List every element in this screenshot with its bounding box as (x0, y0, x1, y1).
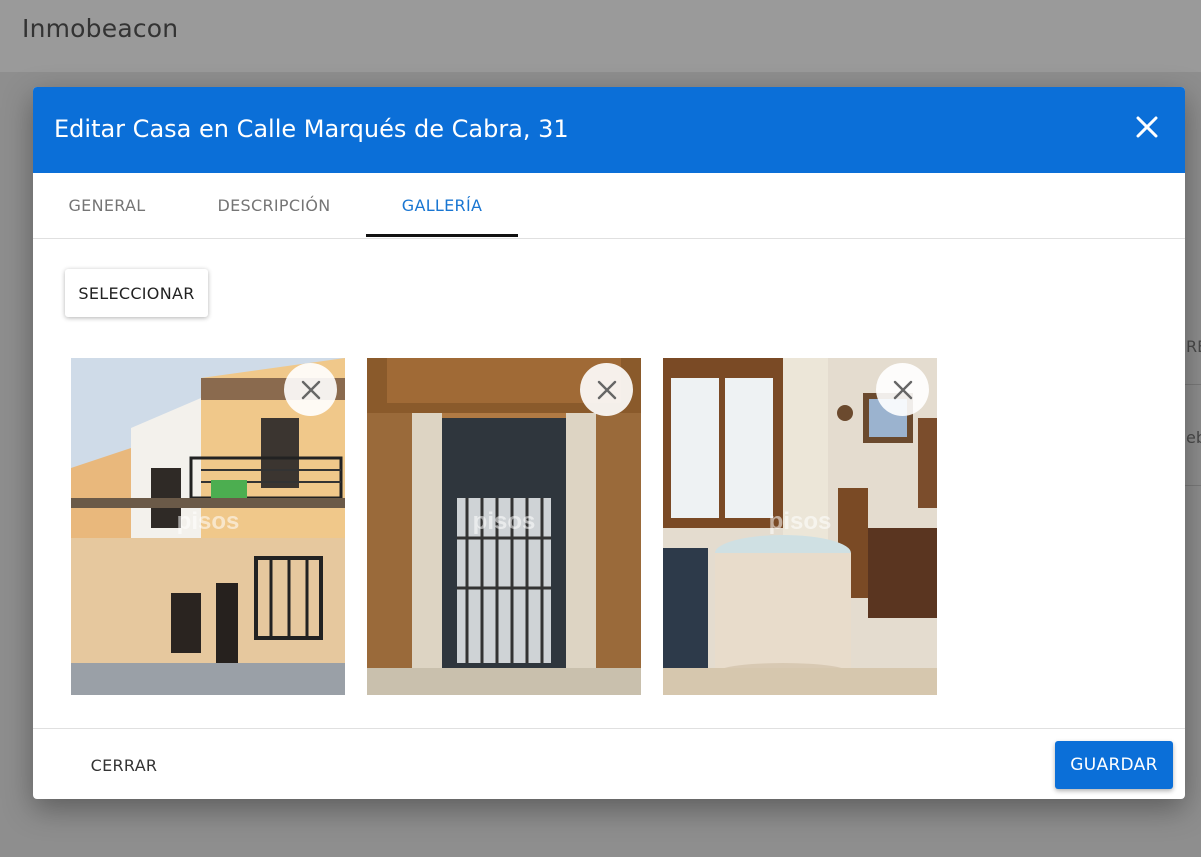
close-dialog-button[interactable] (1131, 109, 1163, 145)
close-icon (597, 380, 616, 399)
tab-general[interactable]: GENERAL (33, 173, 181, 238)
close-button[interactable]: CERRAR (71, 743, 177, 787)
save-button[interactable]: GUARDAR (1055, 741, 1173, 789)
remove-image-button[interactable] (284, 363, 337, 416)
gallery-image-2: pisos (367, 358, 641, 695)
tab-bar: GENERAL DESCRIPCIÓN GALLERÍA (33, 173, 1185, 239)
background-column-header: RE (1186, 337, 1201, 356)
dialog-footer: CERRAR GUARDAR (33, 728, 1185, 799)
gallery-image-1: pisos (71, 358, 345, 695)
dialog-header: Editar Casa en Calle Marqués de Cabra, 3… (33, 87, 1185, 173)
remove-image-button[interactable] (580, 363, 633, 416)
app-header: Inmobeacon (0, 0, 1201, 72)
gallery-image-3: pisos (663, 358, 937, 695)
close-icon (1136, 116, 1158, 138)
tab-galleria[interactable]: GALLERÍA (366, 173, 518, 238)
close-icon (893, 380, 912, 399)
app-title: Inmobeacon (22, 14, 179, 43)
edit-property-dialog: Editar Casa en Calle Marqués de Cabra, 3… (33, 87, 1185, 799)
tab-descripcion[interactable]: DESCRIPCIÓN (198, 173, 350, 238)
background-cell: eb (1186, 428, 1201, 447)
close-icon (301, 380, 320, 399)
remove-image-button[interactable] (876, 363, 929, 416)
active-tab-indicator (366, 234, 518, 237)
dialog-title: Editar Casa en Calle Marqués de Cabra, 3… (54, 115, 569, 143)
select-images-button[interactable]: SELECCIONAR (65, 269, 208, 317)
